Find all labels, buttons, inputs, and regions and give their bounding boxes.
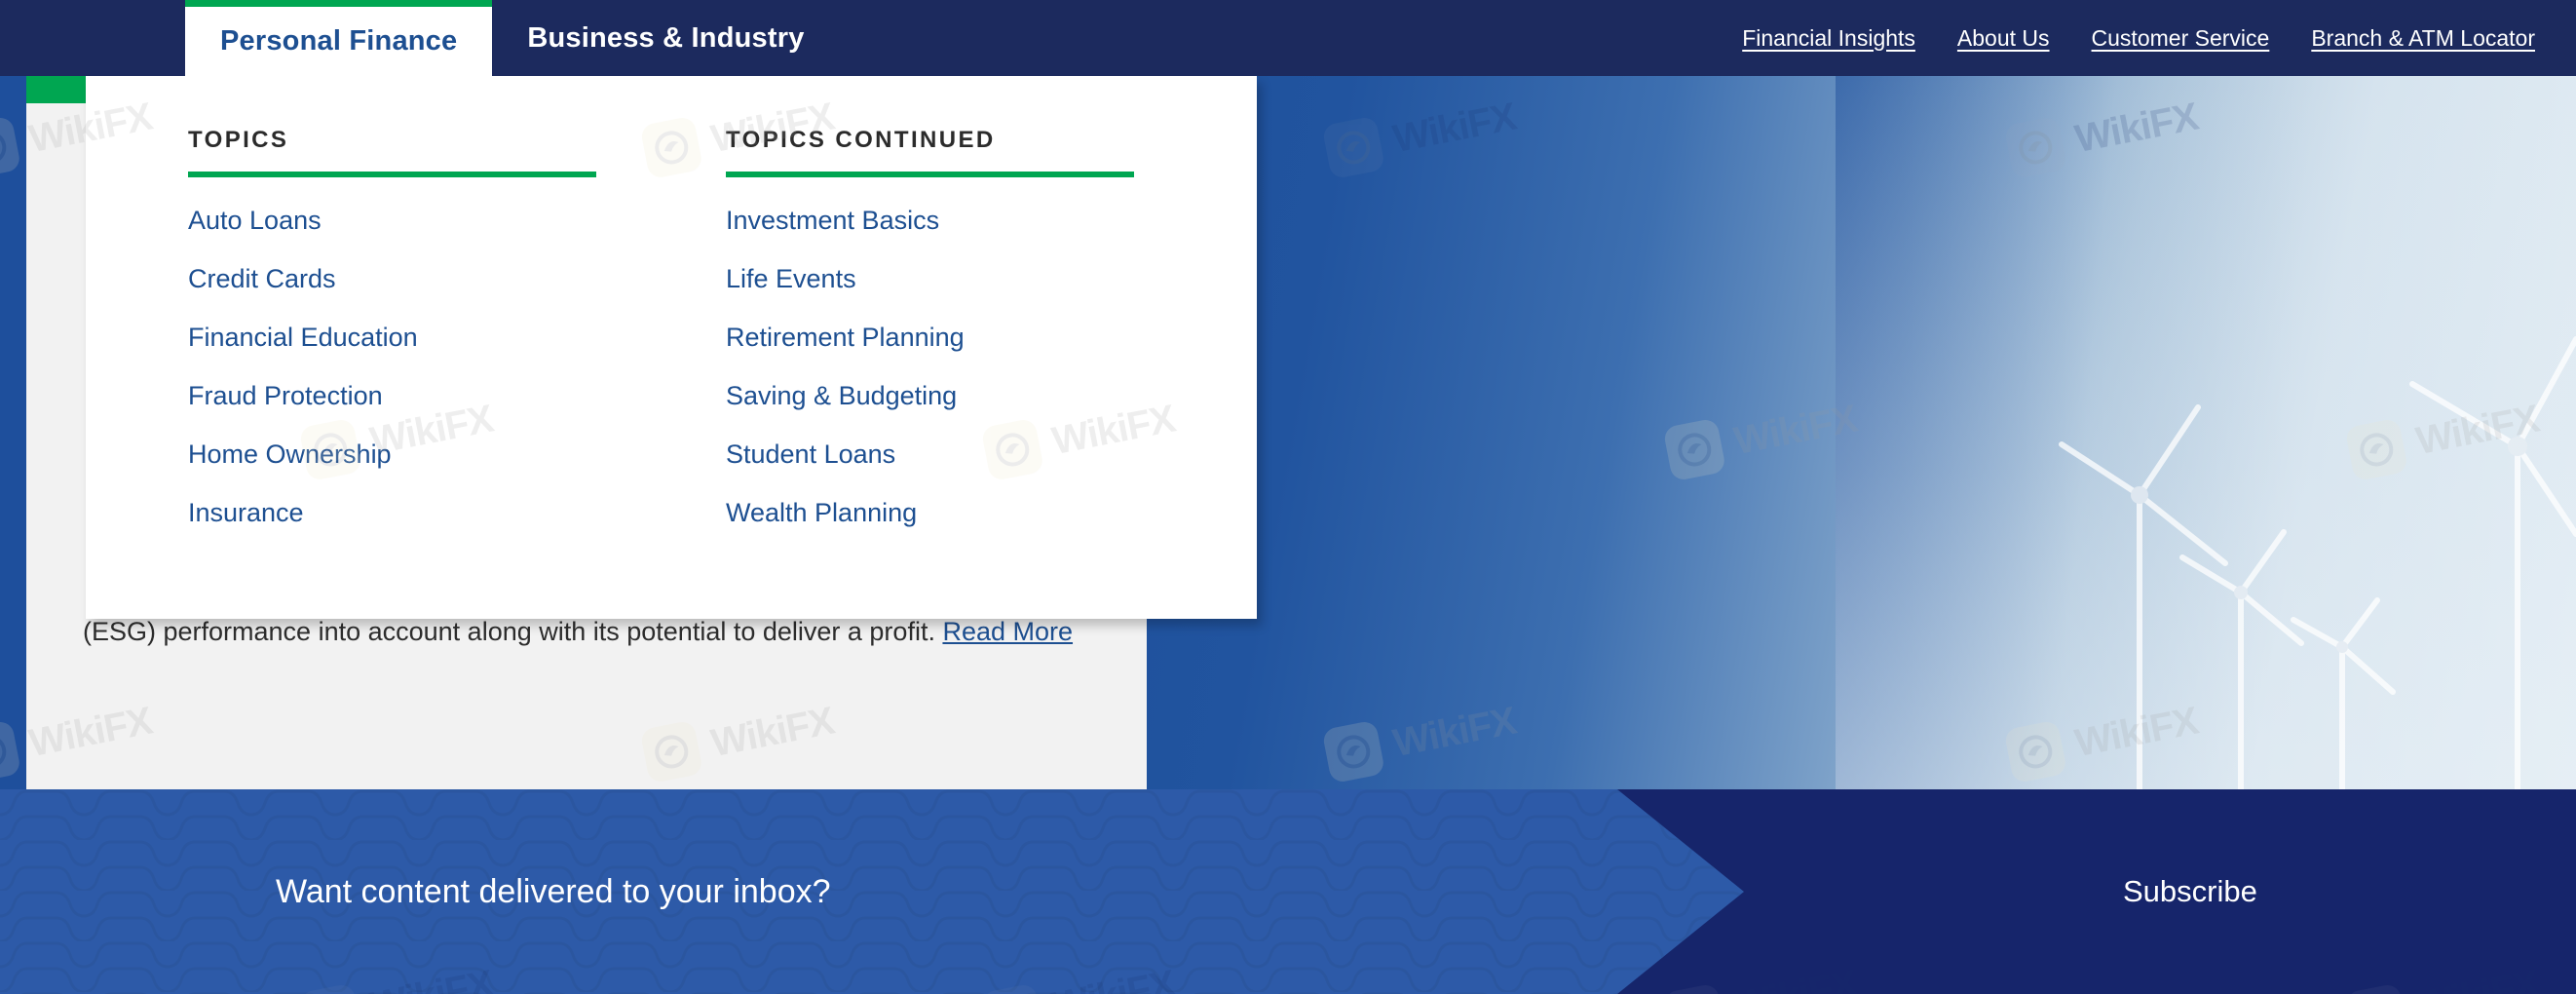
dropdown-green-rule (188, 172, 596, 177)
tab-business-industry-label: Business & Industry (527, 21, 805, 54)
primary-tabs: Personal Finance Business & Industry (185, 0, 840, 76)
dropdown-link-auto-loans[interactable]: Auto Loans (188, 203, 597, 238)
dropdown-link-investment-basics[interactable]: Investment Basics (726, 203, 1135, 238)
dropdown-column-topics: TOPICS Auto Loans Credit Cards Financial… (188, 127, 597, 554)
page-root: (ESG) performance into account along wit… (0, 0, 2576, 994)
read-more-link[interactable]: Read More (942, 617, 1073, 646)
dropdown-link-home-ownership[interactable]: Home Ownership (188, 437, 597, 472)
dropdown-link-retirement-planning[interactable]: Retirement Planning (726, 320, 1135, 355)
card-green-accent (26, 76, 87, 103)
personal-finance-dropdown-panel: TOPICS Auto Loans Credit Cards Financial… (86, 76, 1257, 619)
nav-link-customer-service[interactable]: Customer Service (2092, 25, 2270, 52)
dropdown-link-insurance[interactable]: Insurance (188, 495, 597, 530)
cta-headline: Want content delivered to your inbox? (276, 872, 831, 910)
utility-navigation: Financial Insights About Us Customer Ser… (1742, 0, 2535, 76)
cta-wave-pattern (0, 789, 1744, 994)
left-rail (0, 76, 26, 789)
dropdown-link-financial-education[interactable]: Financial Education (188, 320, 597, 355)
dropdown-green-rule-2 (726, 172, 1134, 177)
dropdown-heading-topics-continued: TOPICS CONTINUED (726, 127, 996, 153)
nav-link-financial-insights[interactable]: Financial Insights (1742, 25, 1915, 52)
subscribe-cta-band: Want content delivered to your inbox? Su… (0, 789, 2576, 994)
tab-personal-finance-label: Personal Finance (220, 25, 458, 57)
tab-personal-finance[interactable]: Personal Finance (185, 0, 493, 76)
dropdown-link-fraud-protection[interactable]: Fraud Protection (188, 378, 597, 413)
tab-business-industry[interactable]: Business & Industry (492, 0, 839, 76)
wind-turbines-image (1836, 76, 2576, 789)
dropdown-link-student-loans[interactable]: Student Loans (726, 437, 1135, 472)
dropdown-heading-topics: TOPICS (188, 127, 289, 153)
article-body-text: (ESG) performance into account along wit… (83, 617, 943, 646)
dropdown-link-life-events[interactable]: Life Events (726, 261, 1135, 296)
dropdown-column-topics-continued: TOPICS CONTINUED Investment Basics Life … (726, 127, 1135, 554)
dropdown-link-credit-cards[interactable]: Credit Cards (188, 261, 597, 296)
dropdown-link-wealth-planning[interactable]: Wealth Planning (726, 495, 1135, 530)
nav-link-about-us[interactable]: About Us (1957, 25, 2050, 52)
subscribe-button[interactable]: Subscribe (2123, 789, 2257, 994)
dropdown-link-saving-budgeting[interactable]: Saving & Budgeting (726, 378, 1135, 413)
nav-link-branch-atm-locator[interactable]: Branch & ATM Locator (2311, 25, 2535, 52)
top-navigation-bar: Personal Finance Business & Industry Fin… (0, 0, 2576, 76)
